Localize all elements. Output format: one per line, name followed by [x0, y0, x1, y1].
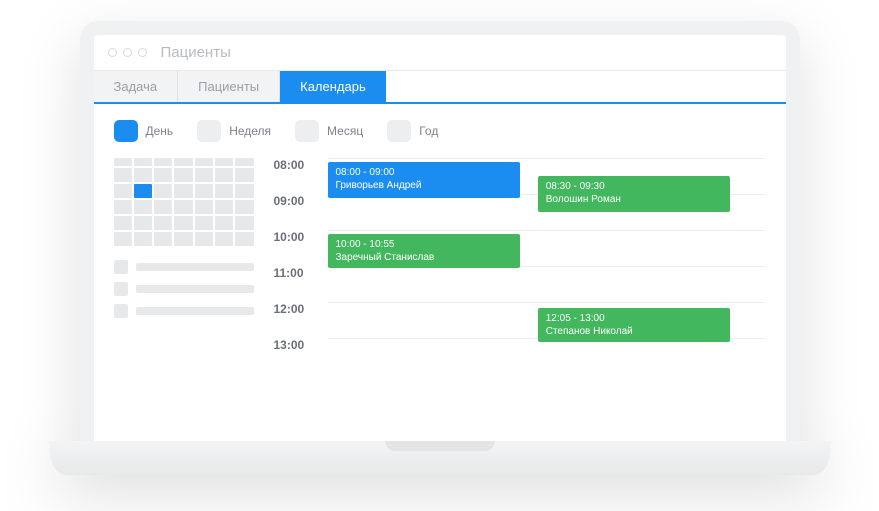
view-toggle-day[interactable]: День [114, 120, 174, 142]
time-label: 09:00 [274, 194, 318, 230]
mini-cal-day[interactable] [154, 168, 172, 182]
laptop-mockup: Пациенты Задача Пациенты Календарь День … [50, 21, 830, 491]
event-time: 08:30 - 09:30 [546, 180, 723, 193]
view-toggle-week[interactable]: Неделя [197, 120, 271, 142]
laptop-notch [385, 441, 495, 451]
window-controls [108, 48, 147, 57]
main-layout: 08:00 09:00 10:00 11:00 12:00 13:00 [114, 158, 766, 441]
schedule: 08:00 09:00 10:00 11:00 12:00 13:00 [274, 158, 766, 441]
event-patient-name: Заречный Станислав [336, 251, 513, 264]
mini-cal-day[interactable] [195, 232, 213, 246]
view-toggle-group: День Неделя Месяц Год [114, 120, 766, 142]
mini-cal-day[interactable] [154, 232, 172, 246]
sidebar [114, 158, 254, 441]
view-toggle-label: День [146, 124, 174, 138]
event-time: 12:05 - 13:00 [546, 312, 723, 325]
mini-cal-day[interactable] [134, 232, 152, 246]
tab-tasks[interactable]: Задача [94, 71, 179, 102]
list-item[interactable] [114, 282, 254, 296]
calendar-event[interactable]: 12:05 - 13:00Степанов Николай [538, 308, 731, 342]
mini-cal-day[interactable] [114, 216, 132, 230]
time-label: 08:00 [274, 158, 318, 194]
mini-cal-day[interactable] [154, 184, 172, 198]
event-patient-name: Степанов Николай [546, 325, 723, 338]
view-toggle-label: Год [419, 124, 438, 138]
toggle-box-icon [387, 120, 411, 142]
mini-cal-day[interactable] [174, 200, 192, 214]
maximize-icon[interactable] [138, 48, 147, 57]
laptop-base [50, 441, 830, 475]
mini-cal-day[interactable] [215, 200, 233, 214]
mini-cal-day[interactable] [195, 216, 213, 230]
mini-cal-day[interactable] [114, 200, 132, 214]
calendar-event[interactable]: 08:00 - 09:00Гриворьев Андрей [328, 162, 521, 198]
time-label: 10:00 [274, 230, 318, 266]
screen-frame: Пациенты Задача Пациенты Календарь День … [80, 21, 800, 441]
view-toggle-label: Неделя [229, 124, 271, 138]
view-toggle-year[interactable]: Год [387, 120, 438, 142]
app-window: Пациенты Задача Пациенты Календарь День … [94, 35, 786, 441]
event-time: 10:00 - 10:55 [336, 238, 513, 251]
time-column: 08:00 09:00 10:00 11:00 12:00 13:00 [274, 158, 318, 441]
toggle-box-icon [295, 120, 319, 142]
mini-cal-day[interactable] [174, 168, 192, 182]
mini-cal-day[interactable] [174, 216, 192, 230]
event-patient-name: Гриворьев Андрей [336, 179, 513, 192]
titlebar: Пациенты [94, 35, 786, 71]
close-icon[interactable] [108, 48, 117, 57]
content-area: День Неделя Месяц Год [94, 104, 786, 441]
mini-cal-day[interactable] [235, 232, 253, 246]
list-item[interactable] [114, 260, 254, 274]
time-label: 11:00 [274, 266, 318, 302]
minimize-icon[interactable] [123, 48, 132, 57]
mini-cal-day[interactable] [215, 216, 233, 230]
mini-cal-day[interactable] [215, 168, 233, 182]
mini-cal-day[interactable] [174, 184, 192, 198]
sidebar-list [114, 260, 254, 318]
mini-cal-day[interactable] [134, 168, 152, 182]
time-label: 13:00 [274, 338, 318, 374]
mini-cal-day[interactable] [114, 232, 132, 246]
mini-cal-day[interactable] [134, 200, 152, 214]
tab-patients[interactable]: Пациенты [178, 71, 280, 102]
event-patient-name: Волошин Роман [546, 193, 723, 206]
mini-calendar[interactable] [114, 158, 254, 246]
mini-cal-day[interactable] [235, 216, 253, 230]
mini-cal-day[interactable] [235, 200, 253, 214]
mini-cal-day[interactable] [134, 216, 152, 230]
tab-calendar[interactable]: Календарь [280, 71, 386, 102]
mini-cal-day[interactable] [195, 200, 213, 214]
view-toggle-month[interactable]: Месяц [295, 120, 363, 142]
toggle-box-icon [197, 120, 221, 142]
mini-cal-day[interactable] [195, 168, 213, 182]
mini-cal-day[interactable] [114, 168, 132, 182]
mini-cal-day[interactable] [195, 184, 213, 198]
calendar-event[interactable]: 10:00 - 10:55Заречный Станислав [328, 234, 521, 268]
mini-cal-day[interactable] [235, 184, 253, 198]
window-title: Пациенты [161, 44, 231, 61]
mini-cal-day[interactable] [114, 184, 132, 198]
view-toggle-label: Месяц [327, 124, 363, 138]
tab-bar: Задача Пациенты Календарь [94, 71, 786, 104]
mini-cal-day[interactable] [154, 200, 172, 214]
calendar-event[interactable]: 08:30 - 09:30Волошин Роман [538, 176, 731, 212]
events-grid[interactable]: 08:00 - 09:00Гриворьев Андрей 08:30 - 09:… [328, 158, 766, 441]
mini-cal-day[interactable] [154, 216, 172, 230]
mini-cal-day[interactable] [235, 168, 253, 182]
mini-cal-day[interactable] [215, 184, 233, 198]
mini-cal-day[interactable] [215, 232, 233, 246]
time-label: 12:00 [274, 302, 318, 338]
toggle-box-icon [114, 120, 138, 142]
list-item[interactable] [114, 304, 254, 318]
mini-cal-day-selected[interactable] [134, 184, 152, 198]
mini-cal-day[interactable] [174, 232, 192, 246]
event-time: 08:00 - 09:00 [336, 166, 513, 179]
